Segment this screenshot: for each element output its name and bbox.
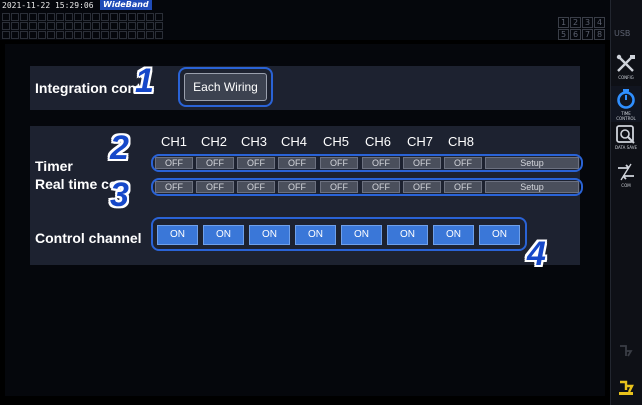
ch7-header: CH7 <box>406 134 433 149</box>
channel-number: 1 <box>558 17 569 28</box>
channel-status-grid <box>2 13 163 39</box>
sidebar-item-caption: DATA SAVE <box>615 145 637 150</box>
com-icon <box>618 163 634 181</box>
disabled-tool-icon <box>620 345 633 357</box>
main-area: Integration contr Each Wiring CH1 CH2 CH… <box>5 44 605 396</box>
channel-number: 3 <box>582 17 593 28</box>
timer-label: Timer <box>35 158 73 174</box>
channel-number: 5 <box>558 29 569 40</box>
callout-highlight-2 <box>151 154 583 172</box>
sidebar-item-disabled <box>611 340 641 366</box>
sidebar-item-switch[interactable] <box>611 376 641 402</box>
wideband-badge: WideBand <box>100 0 152 10</box>
switch-icon <box>619 380 634 395</box>
sidebar-item-caption: COM <box>621 183 631 188</box>
channel-number: 2 <box>570 17 581 28</box>
ch5-header: CH5 <box>322 134 349 149</box>
sidebar-item-caption: TIME CONTROL <box>616 111 636 121</box>
sidebar-item-com[interactable]: COM <box>611 160 641 196</box>
control-channel-label: Control channel <box>35 230 142 246</box>
callout-number-4: 4 <box>527 235 546 273</box>
ch2-header: CH2 <box>200 134 227 149</box>
callout-number-2: 2 <box>110 129 129 167</box>
real-time-control-label: Real time co <box>35 176 118 192</box>
sidebar-item-caption: CONFIG <box>618 75 634 80</box>
callout-highlight-3 <box>151 178 583 196</box>
callout-highlight-4 <box>151 217 527 251</box>
datetime-text: 2021-11-22 15:29:06 <box>2 1 94 10</box>
channel-number: 7 <box>582 29 593 40</box>
callout-highlight-1 <box>178 67 273 107</box>
channel-number-grid: 1 2 3 4 5 6 7 8 <box>558 17 605 40</box>
ch1-header: CH1 <box>160 134 187 149</box>
usb-label: USB <box>614 29 631 38</box>
callout-number-1: 1 <box>135 62 154 100</box>
integration-control-label: Integration contr <box>35 80 147 96</box>
tools-icon <box>616 54 635 72</box>
ch8-header: CH8 <box>447 134 474 149</box>
stopwatch-icon <box>617 89 635 109</box>
save-icon <box>616 125 635 144</box>
ch3-header: CH3 <box>240 134 267 149</box>
status-bar: 2021-11-22 15:29:06 WideBand 1 2 3 4 5 6… <box>0 0 610 40</box>
callout-number-3: 3 <box>110 176 129 214</box>
sidebar-item-time-control[interactable]: TIME CONTROL <box>611 86 641 122</box>
channel-number: 4 <box>594 17 605 28</box>
sidebar-item-config[interactable]: CONFIG <box>611 52 641 88</box>
ch4-header: CH4 <box>280 134 307 149</box>
sidebar-item-data-save[interactable]: DATA SAVE <box>611 122 641 158</box>
channel-number: 8 <box>594 29 605 40</box>
ch6-header: CH6 <box>364 134 391 149</box>
channel-number: 6 <box>570 29 581 40</box>
